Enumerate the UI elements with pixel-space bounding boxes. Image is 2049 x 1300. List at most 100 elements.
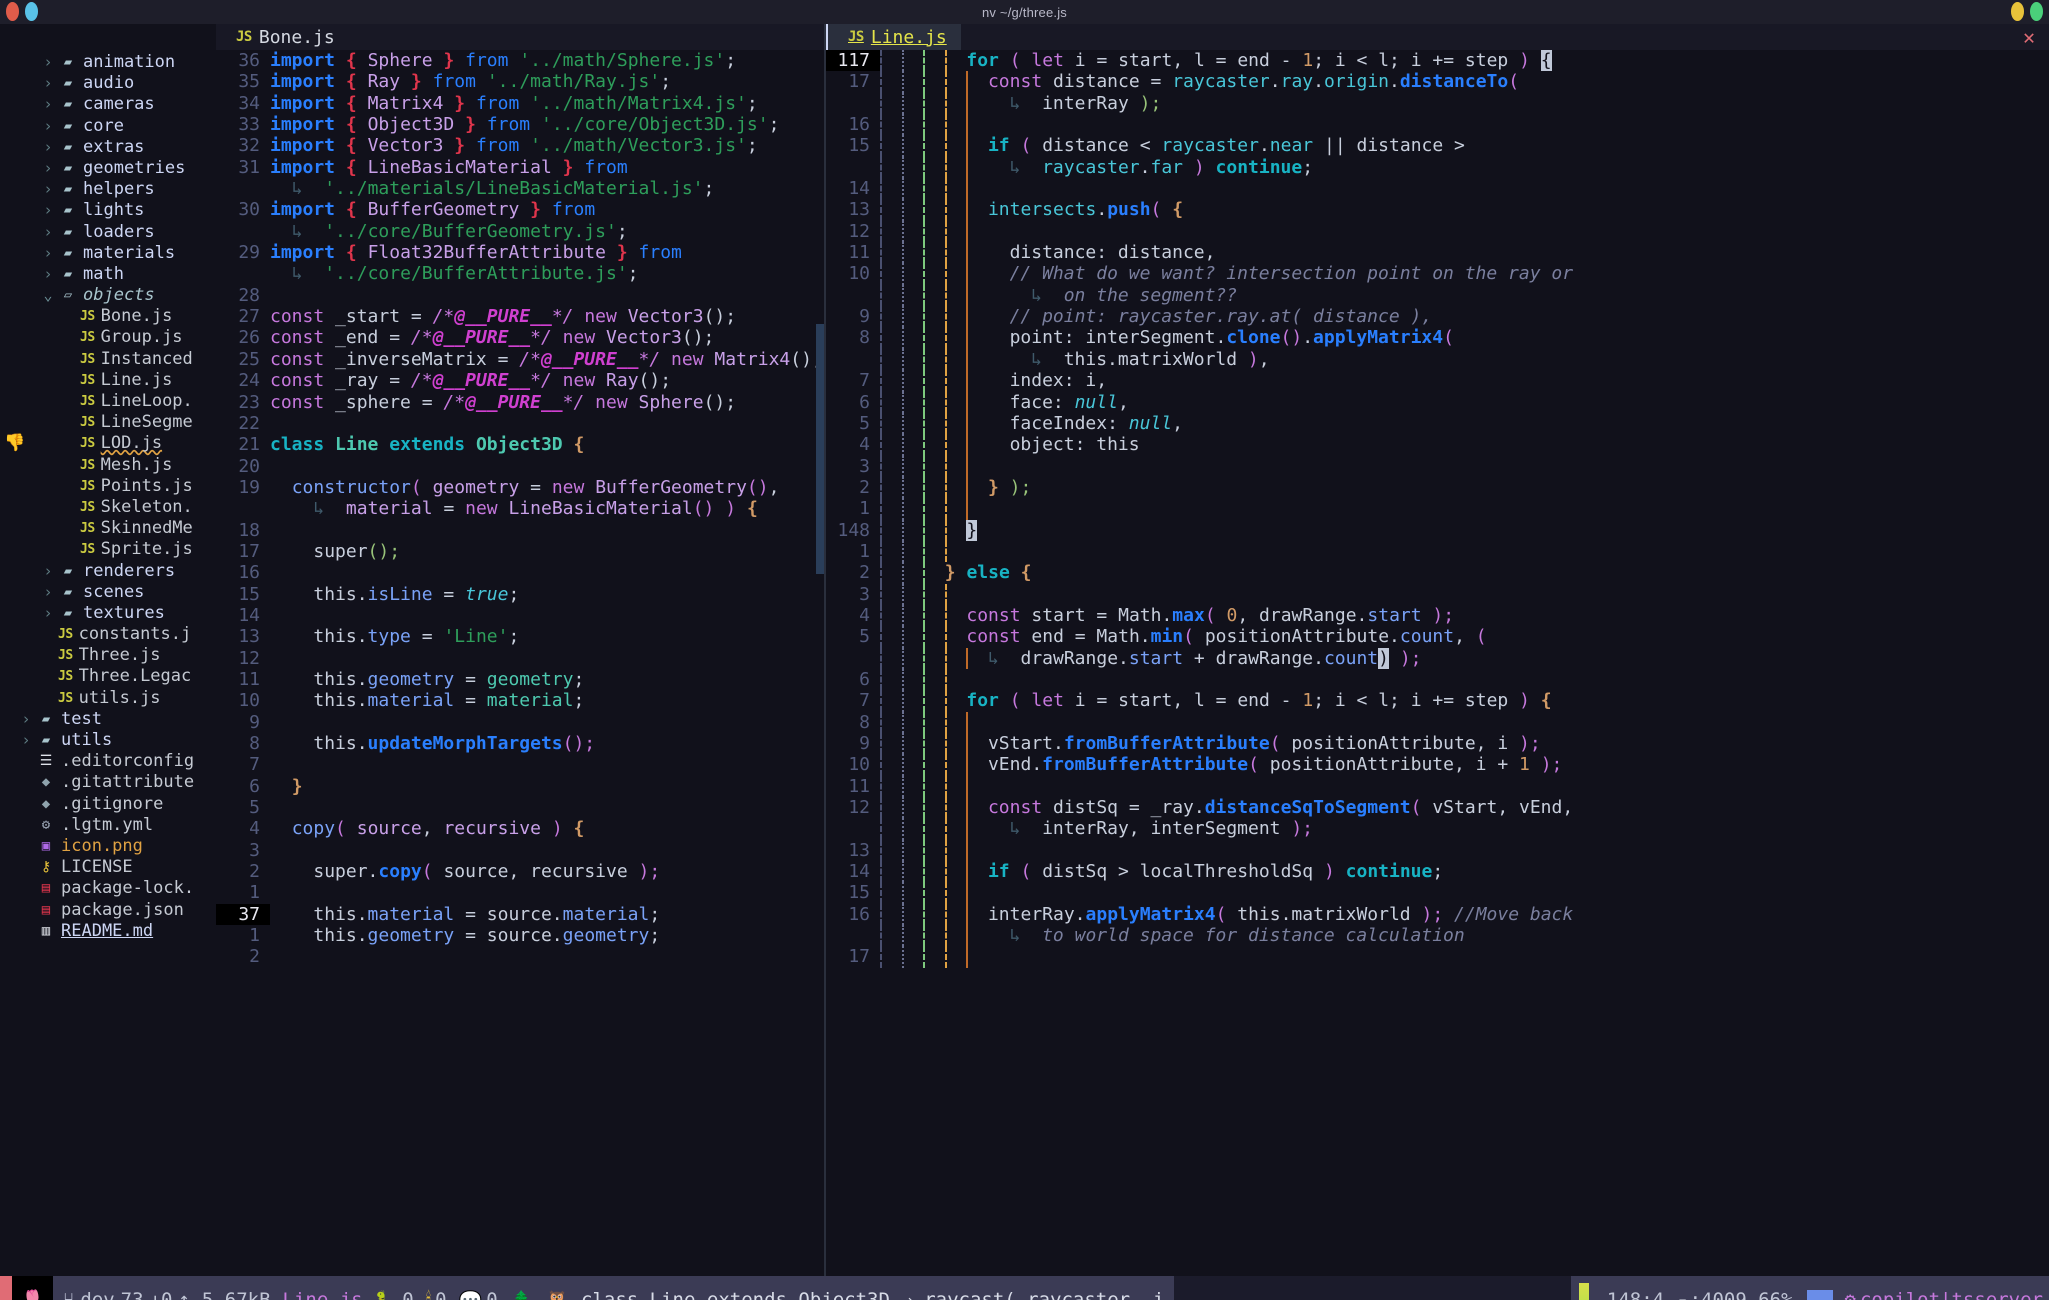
editor-pane-left[interactable]: JS Bone.js 36 import { Sphere } from '../… [216,24,824,1276]
code-line[interactable]: 10 this.material = material; [216,690,824,711]
tree-item-icon-png[interactable]: ▣ icon.png [0,836,216,857]
code-line[interactable]: ↳ this.matrixWorld ), [826,348,2049,371]
code-line[interactable]: 25 const _inverseMatrix = /*@__PURE__*/ n… [216,349,824,370]
code-line[interactable]: 148} [826,519,2049,541]
chevron-right-icon[interactable]: › [38,222,58,243]
chevron-right-icon[interactable]: › [38,73,58,94]
code-line[interactable]: 22 [216,413,824,434]
code-line[interactable]: 14 [216,605,824,626]
tree-item-package-json[interactable]: ▤ package.json [0,900,216,921]
code-line[interactable]: 18 [216,520,824,541]
code-line[interactable]: 29 import { Float32BufferAttribute } from [216,242,824,263]
code-content-right[interactable]: 11 7 for ( let i = start, l = end - 1; i <… [826,50,2049,968]
code-line[interactable]: ↳ '../core/BufferAttribute.js'; [216,263,824,284]
code-line[interactable]: ↳ to world space for distance calculatio… [826,925,2049,947]
tree-item-animation[interactable]: › ▰ animation [0,52,216,73]
code-line[interactable]: 28 [216,285,824,306]
tree-item-mesh-js[interactable]: JS Mesh.js [0,455,216,476]
code-line[interactable]: 9 // point: raycaster.ray.at( distance ), [826,306,2049,328]
tree-item--editorconfig[interactable]: ☰ .editorconfig [0,751,216,772]
code-line[interactable]: 24 const _ray = /*@__PURE__*/ new Ray(); [216,370,824,391]
chevron-right-icon[interactable]: › [16,709,36,730]
tree-item-objects[interactable]: ⌄ ▱ objects [0,285,216,306]
code-line[interactable]: 2} else { [826,562,2049,584]
tab-line-js[interactable]: JS Line.js [828,24,961,50]
tree-item-utils[interactable]: › ▰ utils [0,730,216,751]
tree-item-three-js[interactable]: JS Three.js [0,645,216,666]
diagnostics-errors[interactable]: 🐛 0 [375,1289,414,1300]
code-line[interactable]: 8 this.updateMorphTargets(); [216,733,824,754]
tree-item-skeleton-[interactable]: JS Skeleton. [0,497,216,518]
code-line[interactable]: 30 import { BufferGeometry } from [216,199,824,220]
tree-item-package-lock-[interactable]: ▤ package-lock. [0,878,216,899]
code-line[interactable]: 17 [826,946,2049,968]
code-line[interactable]: 4 copy( source, recursive ) { [216,818,824,839]
lsp-clients-group[interactable]: ⚙ copilot|tsserver [1842,1276,2049,1300]
code-line[interactable]: 33 import { Object3D } from '../core/Obje… [216,114,824,135]
tree-item-renderers[interactable]: › ▰ renderers [0,561,216,582]
code-line[interactable]: 1 this.geometry = source.geometry; [216,925,824,946]
tree-item-constants-j[interactable]: JS constants.j [0,624,216,645]
code-line[interactable]: 6 } [216,776,824,797]
code-line[interactable]: ↳ '../materials/LineBasicMaterial.js'; [216,178,824,199]
tree-item-skinnedme[interactable]: JS SkinnedMe [0,518,216,539]
code-line[interactable]: 11 [826,775,2049,798]
code-line[interactable]: 26 const _end = /*@__PURE__*/ new Vector3… [216,327,824,348]
diagnostics-warnings[interactable]: 🕯 0 [426,1289,447,1300]
tree-item-group-js[interactable]: JS Group.js [0,327,216,348]
code-line[interactable]: 14 [826,178,2049,200]
chevron-right-icon[interactable]: › [38,243,58,264]
tree-item--lgtm-yml[interactable]: ⚙ .lgtm.yml [0,815,216,836]
code-line[interactable]: 35 import { Ray } from '../math/Ray.js'; [216,71,824,92]
code-line[interactable]: 31 import { LineBasicMaterial } from [216,157,824,178]
close-icon[interactable]: ✕ [2009,25,2049,49]
code-line[interactable]: 10 vEnd.fromBufferAttribute( positionAttr… [826,754,2049,776]
chevron-right-icon[interactable]: › [38,94,58,115]
code-line[interactable]: 9 [216,712,824,733]
tree-item--gitattribute[interactable]: ◆ .gitattribute [0,772,216,793]
tree-item-bone-js[interactable]: JS Bone.js [0,306,216,327]
code-line[interactable]: ↳ '../core/BufferGeometry.js'; [216,221,824,242]
code-line[interactable]: 1 [826,498,2049,520]
code-line[interactable]: 19 constructor( geometry = new BufferGeo… [216,477,824,498]
scrollbar-left[interactable] [816,324,824,574]
code-line[interactable]: 14 if ( distSq > localThresholdSq ) conti… [826,861,2049,883]
code-line[interactable]: 15 if ( distance < raycaster.near || dist… [826,135,2049,157]
code-line[interactable]: 15 [826,882,2049,904]
code-line[interactable]: ↳ material = new LineBasicMaterial() ) { [216,498,824,519]
code-line[interactable]: 23 const _sphere = /*@__PURE__*/ new Sphe… [216,392,824,413]
code-line[interactable]: 8 point: interSegment.clone().applyMatrix… [826,327,2049,349]
code-line[interactable]: 11 this.geometry = geometry; [216,669,824,690]
chevron-right-icon[interactable]: › [38,561,58,582]
tree-item-utils-js[interactable]: JS utils.js [0,688,216,709]
code-line[interactable]: 16 [216,562,824,583]
chevron-right-icon[interactable]: › [38,200,58,221]
code-line[interactable]: 5 faceIndex: null, [826,412,2049,435]
tree-item-scenes[interactable]: › ▰ scenes [0,582,216,603]
tree-item--gitignore[interactable]: ◆ .gitignore [0,794,216,815]
close-button[interactable] [6,2,19,21]
chevron-right-icon[interactable]: › [38,116,58,137]
code-content-left[interactable]: 36 import { Sphere } from '../math/Sphere… [216,50,824,968]
tree-item-cameras[interactable]: › ▰ cameras [0,94,216,115]
code-line[interactable]: 2} ); [826,476,2049,499]
file-tree-sidebar[interactable]: › ▰ animation › ▰ audio › ▰ cameras › ▰ core › ▰ extra… [0,24,216,1276]
tree-item-lod-js[interactable]: 👎 JS LOD.js [0,433,216,454]
chevron-right-icon[interactable]: › [38,603,58,624]
code-line[interactable]: ↳ raycaster.far ) continue; [826,156,2049,179]
tree-item-helpers[interactable]: › ▰ helpers [0,179,216,200]
code-line[interactable]: 12 [216,648,824,669]
code-line[interactable]: 6 face: null, [826,391,2049,413]
chevron-down-icon[interactable]: ⌄ [38,285,58,306]
tab-bone-js[interactable]: JS Bone.js [216,24,349,50]
tree-item-extras[interactable]: › ▰ extras [0,137,216,158]
code-line[interactable]: 13 [826,839,2049,862]
tree-item-points-js[interactable]: JS Points.js [0,476,216,497]
tree-item-test[interactable]: › ▰ test [0,709,216,730]
code-line[interactable]: 7 for ( let i = start, l = end - 1; i < l… [826,690,2049,712]
tree-item-linesegme[interactable]: JS LineSegme [0,412,216,433]
git-branch-group[interactable]: ⑂ dev 73 ↓0 ↑ [63,1289,190,1300]
code-line[interactable]: 2 [216,946,824,967]
code-line[interactable]: 12 [826,220,2049,243]
tree-item-license[interactable]: ⚷ LICENSE [0,857,216,878]
